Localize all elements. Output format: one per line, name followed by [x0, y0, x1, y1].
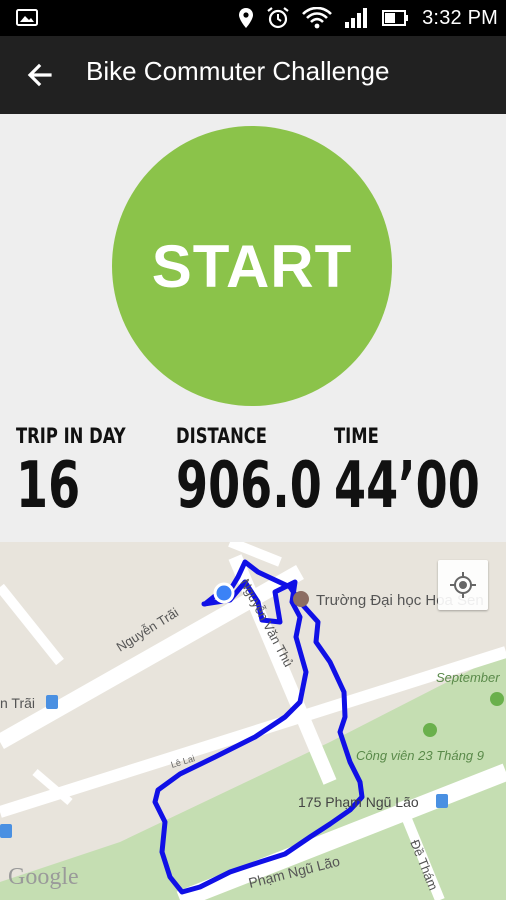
google-watermark: Google	[8, 864, 79, 890]
my-location-button[interactable]	[438, 560, 488, 610]
stat-time: TIME 44’00	[334, 424, 506, 518]
tree-icon	[490, 692, 504, 706]
stat-trip-in-day: TRIP IN DAY 16	[16, 424, 157, 518]
crosshair-icon	[450, 572, 476, 598]
location-icon	[239, 8, 254, 28]
photo-icon	[16, 9, 38, 26]
bus-stop-icon	[46, 695, 58, 709]
map-canvas: Trường Đại học Hoa Sen Nguyễn Trãi n Trã…	[0, 542, 506, 900]
alarm-icon	[267, 7, 289, 29]
status-bar: 3:32 PM	[0, 0, 506, 36]
wifi-icon	[302, 7, 333, 29]
signal-icon	[345, 8, 368, 28]
start-button[interactable]: START	[112, 126, 392, 406]
tree-icon	[423, 723, 437, 737]
stat-label: TIME	[334, 424, 379, 448]
bus-stop-icon	[436, 794, 448, 808]
bus-stop-icon	[0, 824, 12, 838]
school-icon	[293, 591, 309, 607]
page-title: Bike Commuter Challenge	[86, 56, 390, 86]
road-minor-1	[0, 583, 64, 666]
current-location-dot	[213, 582, 235, 604]
park-label: Công viên 23 Tháng 9	[356, 748, 484, 763]
stat-label: DISTANCE	[176, 424, 267, 448]
stat-value: 16	[16, 449, 81, 523]
street-nguyen-trai-label-2: n Trãi	[0, 695, 35, 711]
bus-stop-label: 175 Phạm Ngũ Lão	[298, 794, 419, 810]
stat-value: 44’00	[334, 449, 480, 523]
app-toolbar: Bike Commuter Challenge	[0, 36, 506, 114]
arrow-back-icon[interactable]	[22, 57, 58, 93]
september-label: September	[436, 670, 500, 685]
status-time: 3:32 PM	[422, 6, 498, 29]
route-map[interactable]: Trường Đại học Hoa Sen Nguyễn Trãi n Trã…	[0, 542, 506, 900]
stat-label: TRIP IN DAY	[16, 424, 126, 448]
battery-icon	[382, 10, 409, 26]
status-icons: 3:32 PM	[238, 0, 498, 36]
stat-value: 906.0	[176, 449, 322, 523]
